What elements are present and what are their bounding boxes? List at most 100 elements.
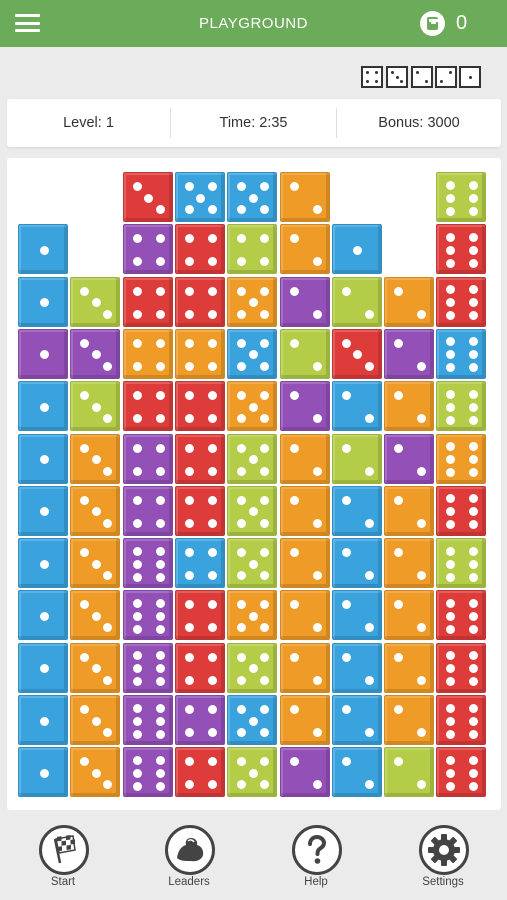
blue-die-five[interactable]	[174, 172, 225, 222]
green-die-two[interactable]	[384, 747, 435, 798]
blue-die-two[interactable]	[331, 695, 382, 745]
orange-die-three[interactable]	[70, 695, 121, 745]
leaders-button[interactable]: Leaders	[144, 825, 234, 900]
green-die-five[interactable]	[227, 642, 278, 693]
blue-die-six[interactable]	[436, 328, 487, 379]
purple-die-six[interactable]	[122, 642, 173, 693]
purple-die-six[interactable]	[122, 590, 173, 641]
green-die-two[interactable]	[279, 328, 330, 379]
red-die-six[interactable]	[436, 485, 487, 536]
blue-die-one[interactable]	[18, 381, 68, 432]
red-die-six[interactable]	[436, 695, 487, 745]
orange-die-two[interactable]	[384, 276, 435, 327]
orange-die-five[interactable]	[227, 276, 278, 327]
green-die-six[interactable]	[436, 381, 487, 432]
blue-die-one[interactable]	[18, 747, 68, 798]
orange-die-two[interactable]	[384, 642, 435, 693]
orange-die-two[interactable]	[279, 172, 330, 222]
purple-die-two[interactable]	[279, 381, 330, 432]
purple-die-two[interactable]	[279, 747, 330, 798]
purple-die-one[interactable]	[18, 328, 68, 379]
orange-die-two[interactable]	[279, 224, 330, 275]
orange-die-five[interactable]	[227, 381, 278, 432]
orange-die-two[interactable]	[279, 485, 330, 536]
red-die-four[interactable]	[174, 276, 225, 327]
blue-die-five[interactable]	[227, 172, 278, 222]
orange-die-three[interactable]	[70, 433, 121, 484]
blue-die-two[interactable]	[331, 381, 382, 432]
orange-die-two[interactable]	[384, 381, 435, 432]
blue-die-one[interactable]	[18, 276, 68, 327]
blue-die-five[interactable]	[227, 695, 278, 745]
red-die-six[interactable]	[436, 224, 487, 275]
blue-die-two[interactable]	[331, 642, 382, 693]
orange-die-two[interactable]	[279, 590, 330, 641]
blue-die-one[interactable]	[331, 224, 382, 275]
blue-die-one[interactable]	[18, 485, 68, 536]
blue-die-one[interactable]	[18, 695, 68, 745]
orange-die-three[interactable]	[70, 538, 121, 589]
blue-die-two[interactable]	[331, 485, 382, 536]
red-die-six[interactable]	[436, 276, 487, 327]
orange-die-two[interactable]	[279, 538, 330, 589]
orange-die-three[interactable]	[70, 590, 121, 641]
red-die-six[interactable]	[436, 590, 487, 641]
green-die-four[interactable]	[227, 224, 278, 275]
red-die-four[interactable]	[174, 590, 225, 641]
blue-die-two[interactable]	[331, 590, 382, 641]
purple-die-three[interactable]	[70, 328, 121, 379]
purple-die-four[interactable]	[174, 695, 225, 745]
blue-die-one[interactable]	[18, 433, 68, 484]
purple-die-four[interactable]	[122, 433, 173, 484]
red-die-four[interactable]	[174, 224, 225, 275]
purple-die-two[interactable]	[384, 433, 435, 484]
orange-die-two[interactable]	[279, 433, 330, 484]
orange-die-two[interactable]	[384, 695, 435, 745]
green-die-five[interactable]	[227, 747, 278, 798]
orange-die-three[interactable]	[70, 642, 121, 693]
blue-die-one[interactable]	[18, 538, 68, 589]
orange-die-four[interactable]	[122, 328, 173, 379]
orange-die-two[interactable]	[279, 695, 330, 745]
blue-die-one[interactable]	[18, 590, 68, 641]
orange-die-four[interactable]	[174, 328, 225, 379]
purple-die-four[interactable]	[122, 485, 173, 536]
purple-die-two[interactable]	[384, 328, 435, 379]
green-die-three[interactable]	[70, 381, 121, 432]
red-die-three[interactable]	[331, 328, 382, 379]
blue-die-four[interactable]	[174, 538, 225, 589]
red-die-six[interactable]	[436, 747, 487, 798]
purple-die-two[interactable]	[279, 276, 330, 327]
settings-button[interactable]: Settings	[398, 825, 488, 900]
start-button[interactable]: Start	[18, 825, 108, 900]
red-die-four[interactable]	[174, 485, 225, 536]
red-die-four[interactable]	[122, 276, 173, 327]
red-die-four[interactable]	[122, 381, 173, 432]
orange-die-two[interactable]	[384, 538, 435, 589]
red-die-four[interactable]	[174, 642, 225, 693]
help-button[interactable]: Help	[271, 825, 361, 900]
orange-die-three[interactable]	[70, 747, 121, 798]
green-die-five[interactable]	[227, 485, 278, 536]
orange-die-six[interactable]	[436, 433, 487, 484]
purple-die-six[interactable]	[122, 695, 173, 745]
purple-die-six[interactable]	[122, 747, 173, 798]
purple-die-six[interactable]	[122, 538, 173, 589]
green-die-three[interactable]	[70, 276, 121, 327]
red-die-four[interactable]	[174, 433, 225, 484]
orange-die-five[interactable]	[227, 590, 278, 641]
green-die-six[interactable]	[436, 538, 487, 589]
blue-die-two[interactable]	[331, 747, 382, 798]
blue-die-five[interactable]	[227, 328, 278, 379]
red-die-three[interactable]	[122, 172, 173, 222]
orange-die-two[interactable]	[384, 590, 435, 641]
orange-die-three[interactable]	[70, 485, 121, 536]
purple-die-four[interactable]	[122, 224, 173, 275]
green-die-five[interactable]	[227, 538, 278, 589]
blue-die-two[interactable]	[331, 538, 382, 589]
green-die-two[interactable]	[331, 433, 382, 484]
orange-die-two[interactable]	[279, 642, 330, 693]
red-die-four[interactable]	[174, 381, 225, 432]
red-die-four[interactable]	[174, 747, 225, 798]
blue-die-one[interactable]	[18, 642, 68, 693]
